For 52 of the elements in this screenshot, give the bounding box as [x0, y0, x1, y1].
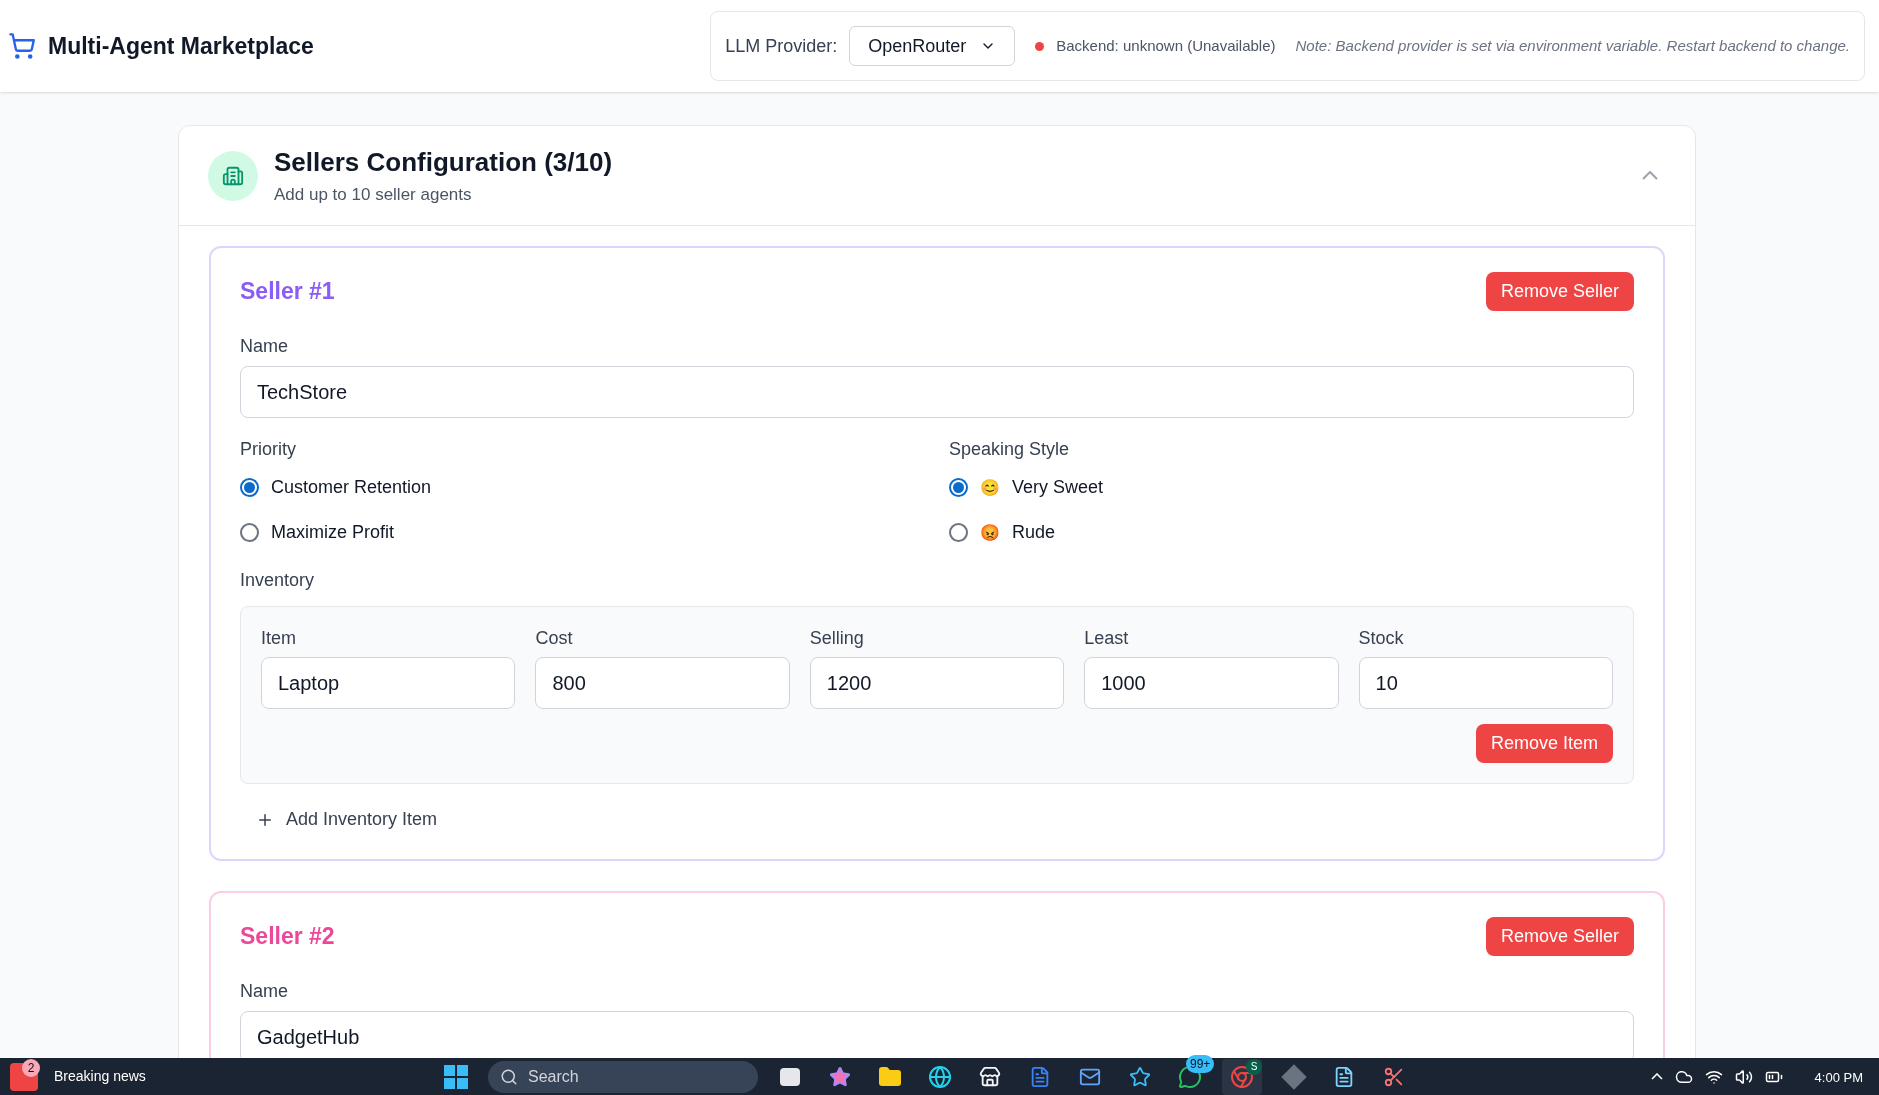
remove-seller-button[interactable]: Remove Seller: [1485, 917, 1634, 956]
search-icon: [500, 1067, 518, 1086]
backend-status: Backend: unknown (Unavailable): [1056, 35, 1276, 56]
radio-button[interactable]: [240, 478, 259, 497]
building-icon: [208, 150, 258, 201]
radio-label: Customer Retention: [271, 476, 432, 499]
input-field[interactable]: 800: [535, 657, 790, 709]
provider-select[interactable]: OpenRouter: [849, 26, 1016, 66]
section-title: Sellers Configuration (3/10): [274, 146, 613, 180]
remove-item-button[interactable]: Remove Item: [1475, 724, 1613, 763]
remove-seller-button[interactable]: Remove Seller: [1485, 272, 1634, 311]
clock-time: 4:00 PM: [1814, 1069, 1863, 1088]
field-label: Selling: [809, 627, 865, 650]
field-label: Stock: [1358, 627, 1405, 650]
cart-icon: [8, 32, 36, 60]
news-icon[interactable]: 2: [10, 1062, 38, 1091]
field-label: Item: [261, 627, 297, 650]
radio-button[interactable]: [240, 523, 259, 542]
notification-badge: 2: [22, 1058, 40, 1077]
add-item-button[interactable]: Add Inventory Item: [256, 806, 438, 833]
section-header[interactable]: Sellers Configuration (3/10) Add up to 10 seller agents: [179, 126, 1695, 226]
radio-button[interactable]: [949, 478, 968, 497]
app-title: Multi-Agent Marketplace: [48, 31, 314, 61]
field-label: Least: [1084, 627, 1130, 650]
field-label: Inventory: [240, 569, 316, 592]
browser-icon[interactable]: S: [1222, 1058, 1262, 1095]
emoji-icon: 😡: [980, 520, 1000, 545]
input-field[interactable]: TechStore: [240, 366, 1634, 418]
volume-icon: [1734, 1067, 1753, 1086]
provider-label: LLM Provider:: [725, 34, 838, 58]
profile-avatar: S: [1246, 1058, 1262, 1075]
field-label: Priority: [240, 438, 297, 461]
seller-heading: Seller #2: [240, 922, 335, 952]
radio-label: Very Sweet: [1012, 476, 1104, 499]
input-field[interactable]: 1200: [809, 657, 1065, 709]
input-field[interactable]: Laptop: [261, 657, 516, 709]
radio-label: Maximize Profit: [271, 521, 395, 544]
input-field[interactable]: 1000: [1084, 657, 1339, 709]
field-label: Name: [240, 335, 289, 358]
radio-label: Rude: [1012, 521, 1056, 544]
seller-heading: Seller #1: [240, 277, 335, 307]
section-subtitle: Add up to 10 seller agents: [274, 184, 473, 207]
field-label: Cost: [535, 627, 574, 650]
search-field[interactable]: Search: [488, 1060, 758, 1093]
field-label: Name: [240, 980, 289, 1003]
provider-note: Note: Backend provider is set via environment variable. Restart backend to change.: [1295, 35, 1850, 56]
field-label: Speaking Style: [949, 438, 1071, 461]
input-field[interactable]: 10: [1358, 657, 1613, 709]
emoji-icon: 😊: [980, 475, 1000, 500]
radio-button[interactable]: [949, 523, 968, 542]
input-field[interactable]: GadgetHub: [240, 1011, 1634, 1058]
news-title: Breaking news: [54, 1067, 146, 1086]
